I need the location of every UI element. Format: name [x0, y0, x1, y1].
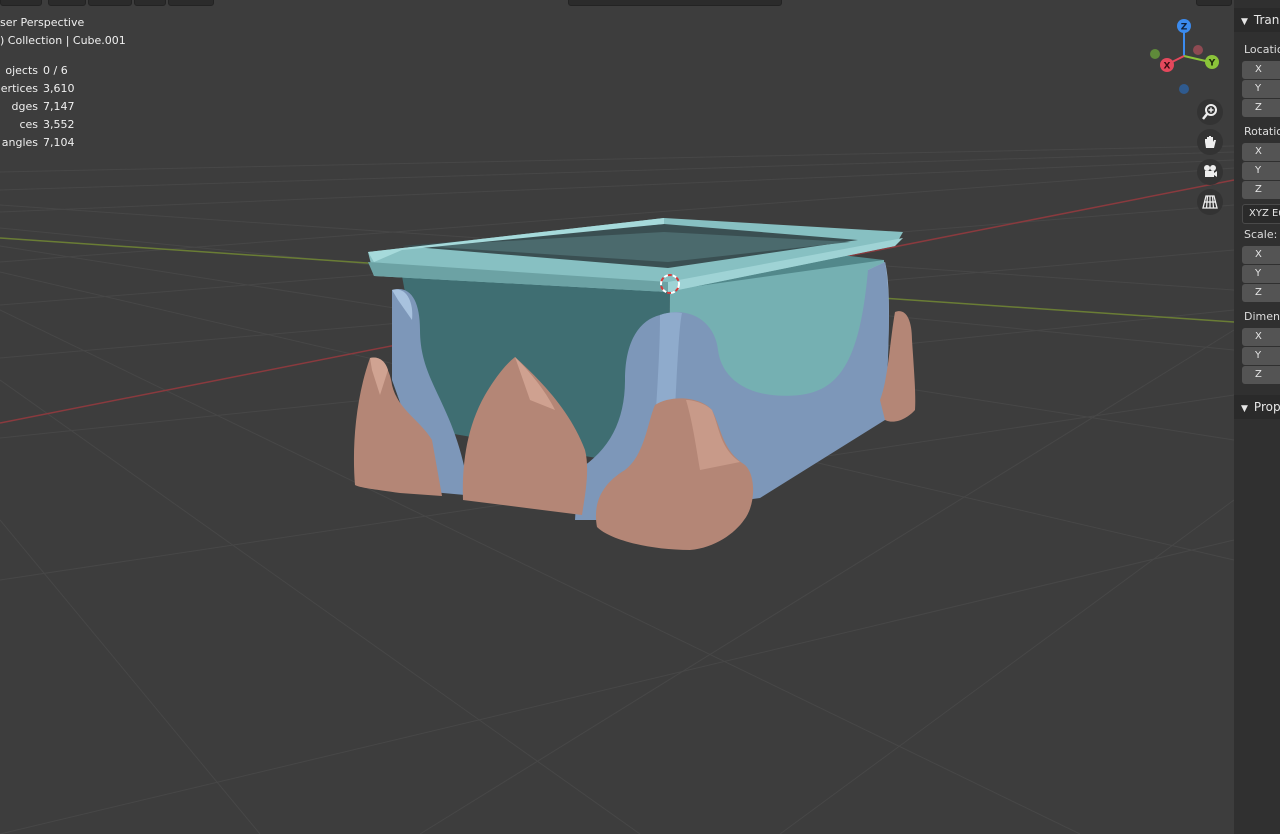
stat-row: ojects 0 / 6 — [5, 64, 68, 77]
transform-panel-header[interactable]: ▼ Tran — [1234, 8, 1280, 32]
dimensions-y-field[interactable]: Y — [1242, 347, 1280, 365]
rotation-y-field[interactable]: Y — [1242, 162, 1280, 180]
header-button[interactable] — [88, 0, 132, 6]
hand-pan-icon[interactable] — [1197, 129, 1223, 155]
svg-text:X: X — [1164, 62, 1171, 72]
camera-icon[interactable] — [1197, 159, 1223, 185]
rotation-x-field[interactable]: X — [1242, 143, 1280, 161]
scale-z-field[interactable]: Z — [1242, 284, 1280, 302]
stat-row: dges 7,147 — [11, 100, 75, 113]
header-search-field[interactable] — [568, 0, 782, 6]
rotation-z-field[interactable]: Z — [1242, 181, 1280, 199]
navigation-gizmo[interactable]: Z Y X — [1146, 16, 1222, 96]
stat-row: ertices 3,610 — [0, 82, 75, 95]
view-mode-label: ser Perspective — [0, 16, 85, 29]
header-button[interactable] — [1196, 0, 1232, 6]
stat-row: angles 7,104 — [1, 136, 75, 149]
dimensions-x-field[interactable]: X — [1242, 328, 1280, 346]
properties-sidebar[interactable]: ▼Tran Locatio X Y Z Rotatio X Y Z XYZ Eu… — [1234, 0, 1280, 834]
header-button[interactable] — [168, 0, 214, 6]
rotation-label: Rotatio — [1244, 125, 1280, 138]
header-button[interactable] — [134, 0, 166, 6]
location-y-field[interactable]: Y — [1242, 80, 1280, 98]
svg-text:Z: Z — [1181, 23, 1188, 33]
cube-model[interactable] — [353, 218, 916, 550]
collection-label: ) Collection | Cube.001 — [0, 34, 126, 47]
scene-statistics: ojects 0 / 6 ertices 3,610 dges 7,147 ces 3,… — [0, 62, 120, 152]
header-button[interactable] — [48, 0, 86, 6]
viewport-info: ser Perspective ) Collection | Cube.001 — [0, 14, 126, 50]
properties-panel-header[interactable]: ▼ Prop — [1234, 395, 1280, 419]
location-label: Locatio — [1244, 43, 1280, 56]
rotation-mode-dropdown[interactable]: XYZ Eu — [1242, 204, 1280, 224]
location-z-field[interactable]: Z — [1242, 99, 1280, 117]
collapse-arrow-icon: ▼ — [1241, 17, 1248, 27]
viewport-scene[interactable] — [0, 0, 1280, 834]
scale-x-field[interactable]: X — [1242, 246, 1280, 264]
zoom-icon[interactable] — [1197, 99, 1223, 125]
svg-text:Y: Y — [1208, 59, 1216, 69]
3d-viewport[interactable]: ser Perspective ) Collection | Cube.001 … — [0, 0, 1280, 834]
dimensions-label: Dimens — [1244, 310, 1280, 323]
location-x-field[interactable]: X — [1242, 61, 1280, 79]
dimensions-z-field[interactable]: Z — [1242, 366, 1280, 384]
scale-label: Scale: — [1244, 228, 1278, 241]
collapse-arrow-icon: ▼ — [1241, 404, 1248, 414]
ortho-grid-icon[interactable] — [1197, 189, 1223, 215]
header-button[interactable] — [0, 0, 42, 6]
stat-row: ces 3,552 — [19, 118, 75, 131]
scale-y-field[interactable]: Y — [1242, 265, 1280, 283]
